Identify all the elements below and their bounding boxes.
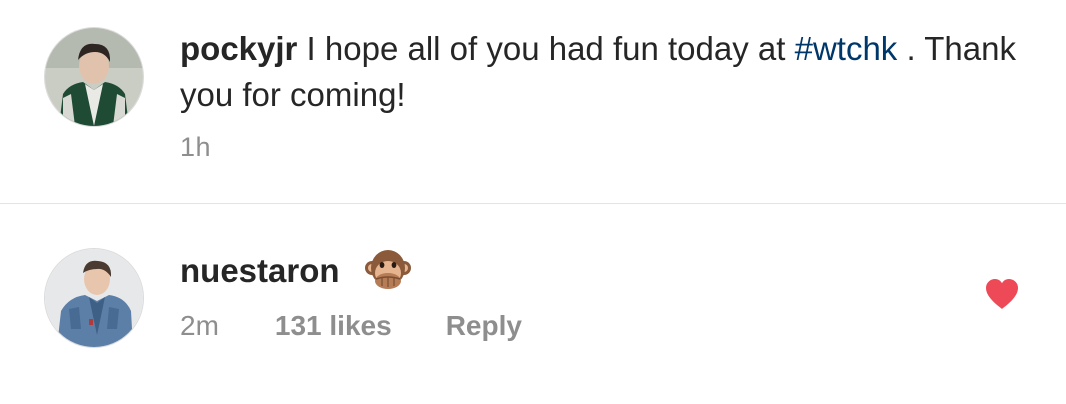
post-author-username[interactable]: pockyjr: [180, 30, 297, 67]
avatar-photo: [45, 249, 143, 347]
caption-text: pockyjr I hope all of you had fun today …: [180, 26, 1020, 118]
caption-body-start: I hope all of you had fun today at: [297, 30, 795, 67]
likes-count-link[interactable]: 131 likes: [275, 306, 392, 346]
heart-icon[interactable]: [984, 278, 1020, 310]
caption-timestamp: 1h: [180, 132, 212, 162]
author-avatar[interactable]: [45, 28, 143, 126]
comment-row: nuestaron 2m 131 likes Reply: [0, 204, 1066, 404]
avatar-photo: [45, 28, 143, 126]
reply-button[interactable]: Reply: [446, 306, 522, 346]
commenter-avatar[interactable]: [45, 249, 143, 347]
comment-meta: 2m 131 likes Reply: [180, 306, 522, 346]
caption-row: pockyjr I hope all of you had fun today …: [0, 0, 1066, 203]
speak-no-evil-monkey-icon: [364, 248, 412, 294]
commenter-username[interactable]: nuestaron: [180, 248, 340, 294]
hashtag-link[interactable]: #wtchk: [795, 30, 898, 67]
comment-timestamp: 2m: [180, 310, 219, 341]
